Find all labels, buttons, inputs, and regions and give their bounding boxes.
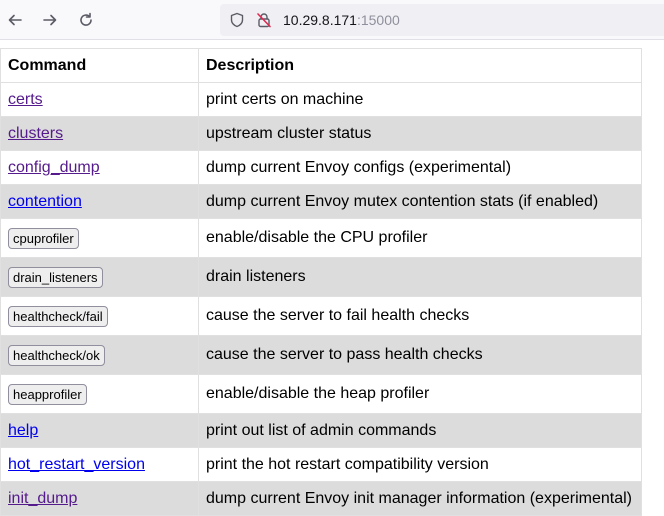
command-cell: clusters — [0, 116, 199, 151]
table-body: certs print certs on machine clusters upstr… — [0, 82, 642, 516]
address-bar[interactable]: 10.29.8.171:15000 — [220, 4, 664, 36]
description-cell: enable/disable the heap profiler — [198, 374, 642, 414]
command-link[interactable]: help — [8, 422, 38, 439]
description-cell: upstream cluster status — [198, 116, 642, 151]
table-row: hot_restart_version print the hot restart… — [0, 447, 642, 482]
table-row: cpuprofiler enable/disable the CPU profil… — [0, 218, 642, 258]
command-cell: help — [0, 413, 199, 448]
browser-toolbar: 10.29.8.171:15000 — [0, 0, 664, 40]
command-cell: healthcheck/fail — [0, 296, 199, 336]
command-button[interactable]: drain_listeners — [8, 266, 103, 288]
table-row: healthcheck/fail cause the server to fail… — [0, 296, 642, 336]
url-host: 10.29.8.171 — [283, 12, 357, 28]
command-cell: hot_restart_version — [0, 447, 199, 482]
url-text[interactable]: 10.29.8.171:15000 — [283, 12, 400, 28]
command-cell: drain_listeners — [0, 257, 199, 297]
table-row: clusters upstream cluster status — [0, 116, 642, 151]
table-row: heapprofiler enable/disable the heap prof… — [0, 374, 642, 414]
description-cell: print certs on machine — [198, 82, 642, 117]
description-cell: print the hot restart compatibility vers… — [198, 447, 642, 482]
table-row: healthcheck/ok cause the server to pass h… — [0, 335, 642, 375]
arrow-left-icon — [8, 14, 22, 26]
command-link[interactable]: clusters — [8, 125, 63, 142]
description-cell: dump current Envoy mutex contention stat… — [198, 184, 642, 219]
command-cell: healthcheck/ok — [0, 335, 199, 375]
command-button[interactable]: cpuprofiler — [8, 227, 79, 249]
command-cell: certs — [0, 82, 199, 117]
url-port: :15000 — [356, 12, 400, 28]
table-header-row: Command Description — [0, 48, 642, 83]
table-row: contention dump current Envoy mutex conte… — [0, 184, 642, 219]
description-column-header: Description — [198, 48, 642, 83]
description-cell: enable/disable the CPU profiler — [198, 218, 642, 258]
command-link[interactable]: contention — [8, 193, 82, 210]
command-button[interactable]: heapprofiler — [8, 383, 87, 405]
shield-icon[interactable] — [229, 12, 245, 28]
page-content: Command Description certs print certs on … — [0, 48, 664, 516]
command-cell: cpuprofiler — [0, 218, 199, 258]
reload-icon — [80, 12, 92, 26]
description-cell: dump current Envoy configs (experimental… — [198, 150, 642, 185]
command-column-header: Command — [0, 48, 199, 83]
insecure-lock-icon[interactable] — [256, 12, 272, 28]
command-cell: heapprofiler — [0, 374, 199, 414]
command-button[interactable]: healthcheck/ok — [8, 344, 105, 366]
description-cell: cause the server to fail health checks — [198, 296, 642, 336]
description-cell: print out list of admin commands — [198, 413, 642, 448]
description-cell: dump current Envoy init manager informat… — [198, 481, 642, 516]
table-row: certs print certs on machine — [0, 82, 642, 117]
table-row: drain_listeners drain listeners — [0, 257, 642, 297]
table-row: help print out list of admin commands — [0, 413, 642, 448]
description-cell: cause the server to pass health checks — [198, 335, 642, 375]
admin-commands-table: Command Description certs print certs on … — [0, 48, 642, 516]
command-cell: config_dump — [0, 150, 199, 185]
back-button[interactable] — [5, 10, 25, 30]
arrow-right-icon — [43, 14, 57, 26]
table-row: init_dump dump current Envoy init manager… — [0, 481, 642, 516]
command-link[interactable]: certs — [8, 91, 43, 108]
command-link[interactable]: init_dump — [8, 490, 77, 507]
command-cell: init_dump — [0, 481, 199, 516]
forward-button[interactable] — [40, 10, 60, 30]
command-link[interactable]: config_dump — [8, 159, 100, 176]
description-cell: drain listeners — [198, 257, 642, 297]
command-link[interactable]: hot_restart_version — [8, 456, 145, 473]
table-row: config_dump dump current Envoy configs (e… — [0, 150, 642, 185]
command-button[interactable]: healthcheck/fail — [8, 305, 108, 327]
command-cell: contention — [0, 184, 199, 219]
reload-button[interactable] — [76, 10, 96, 30]
